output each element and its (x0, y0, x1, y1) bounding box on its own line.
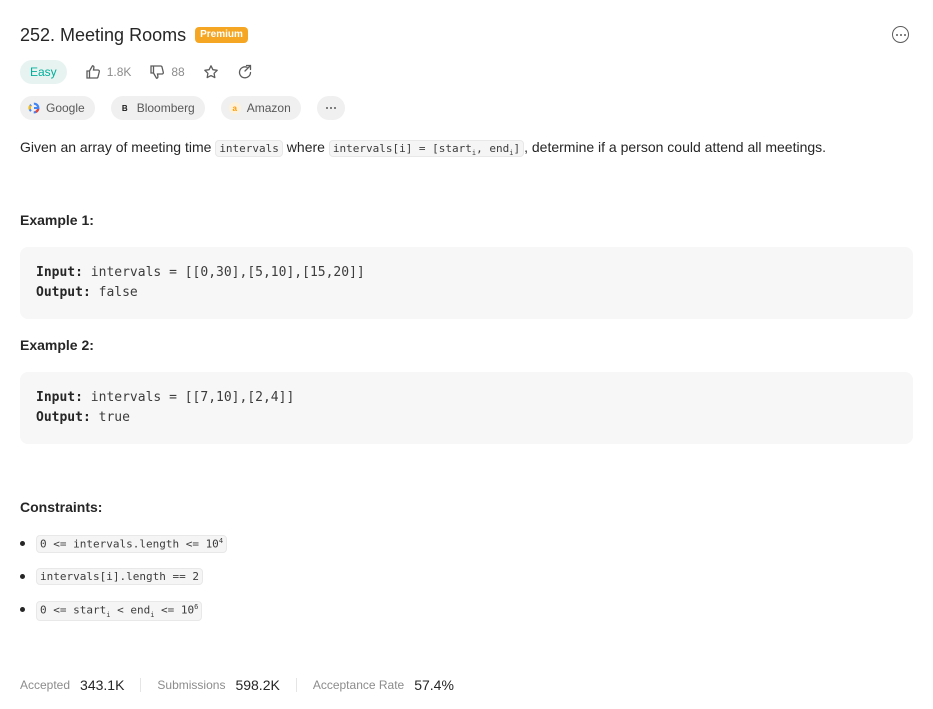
tag-label: Bloomberg (136, 101, 195, 115)
stats-bar: Accepted 343.1K Submissions 598.2K Accep… (20, 675, 454, 695)
dislike-button[interactable]: 88 (149, 64, 185, 80)
list-item: intervals[i].length == 2 (20, 568, 227, 601)
bloomberg-icon: B (118, 102, 131, 114)
problem-title: 252. Meeting Rooms (20, 24, 187, 45)
submissions-stat: Submissions 598.2K (157, 677, 279, 693)
constraints-heading: Constraints: (20, 499, 103, 515)
desc-text: Given an array of meeting time (20, 139, 216, 155)
inline-code: intervals (215, 140, 283, 157)
example-1-box: Input: intervals = [[0,30],[5,10],[15,20… (20, 247, 913, 319)
input-label: Input: (36, 265, 83, 280)
like-button[interactable]: 1.8K (85, 64, 132, 80)
desc-text: where (282, 139, 329, 155)
output-value: false (98, 285, 138, 300)
list-item: 0 <= starti < endi <= 106 (20, 601, 227, 634)
input-label: Input: (36, 390, 83, 405)
example-1-heading: Example 1: (20, 212, 94, 228)
tag-label: Amazon (246, 101, 291, 115)
star-icon (203, 65, 218, 79)
stat-value: 57.4% (414, 677, 454, 693)
stat-label: Accepted (20, 678, 71, 692)
desc-text: , determine if a person could attend all… (524, 139, 827, 155)
output-value: true (98, 410, 130, 425)
thumbs-down-icon (150, 65, 165, 79)
thumbs-up-icon (86, 65, 100, 79)
accepted-stat: Accepted 343.1K (20, 677, 124, 693)
input-value: intervals = [[7,10],[2,4]] (90, 390, 295, 405)
tag-amazon[interactable]: a Amazon (220, 96, 301, 120)
meta-row: Easy 1.8K 88 (20, 59, 253, 85)
favorite-button[interactable] (203, 64, 219, 80)
example-2-heading: Example 2: (20, 337, 94, 353)
acceptance-rate-stat: Acceptance Rate 57.4% (313, 677, 454, 693)
input-value: intervals = [[0,30],[5,10],[15,20]] (90, 265, 365, 280)
constraints-list: 0 <= intervals.length <= 104 intervals[i… (20, 535, 228, 634)
more-tags-button[interactable] (316, 96, 345, 120)
amazon-icon: a (228, 102, 241, 114)
list-item: 0 <= intervals.length <= 104 (20, 535, 228, 568)
more-options-icon[interactable] (892, 26, 909, 43)
output-label: Output: (36, 410, 91, 425)
premium-badge: Premium (195, 27, 248, 43)
stat-value: 343.1K (80, 677, 125, 693)
share-button[interactable] (237, 64, 253, 80)
inline-code: 0 <= intervals.length <= 104 (36, 535, 228, 553)
tag-bloomberg[interactable]: B Bloomberg (110, 96, 205, 120)
difficulty-badge: Easy (20, 60, 67, 84)
divider (140, 678, 142, 692)
output-label: Output: (36, 285, 91, 300)
like-count: 1.8K (106, 65, 132, 79)
dislike-count: 88 (171, 65, 185, 79)
problem-description: Given an array of meeting time intervals… (20, 137, 826, 163)
stat-label: Submissions (157, 678, 226, 692)
google-icon (28, 102, 40, 114)
inline-code: intervals[i].length == 2 (36, 568, 203, 585)
share-icon (238, 64, 251, 79)
stat-value: 598.2K (235, 677, 280, 693)
inline-code: 0 <= starti < endi <= 106 (36, 601, 203, 621)
title-row: 252. Meeting Rooms Premium (20, 22, 913, 48)
company-tags: Google B Bloomberg a Amazon (20, 95, 345, 121)
example-2-box: Input: intervals = [[7,10],[2,4]] Output… (20, 372, 913, 444)
stat-label: Acceptance Rate (312, 678, 405, 692)
inline-code: intervals[i] = [starti, endi] (328, 140, 525, 157)
divider (295, 678, 297, 692)
tag-google[interactable]: Google (20, 96, 95, 120)
tag-label: Google (46, 101, 85, 115)
